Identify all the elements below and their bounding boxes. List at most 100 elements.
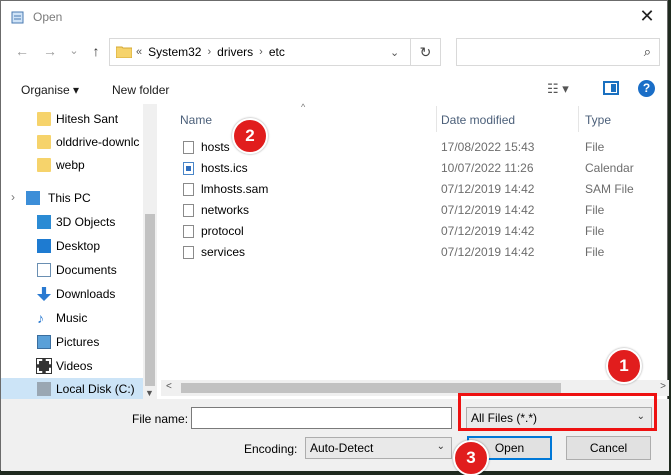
folder-icon (116, 46, 132, 58)
sidebar-item-downloads[interactable]: Downloads (1, 283, 143, 305)
sidebar-item-webp[interactable]: webp (1, 154, 143, 176)
new-folder-button[interactable]: New folder (112, 83, 169, 97)
file-name: networks (201, 203, 250, 217)
scroll-down-icon[interactable]: ▼ (145, 388, 154, 398)
sidebar-item-desktop[interactable]: Desktop (1, 235, 143, 257)
step-badge-1: 1 (606, 348, 642, 384)
encoding-select[interactable]: Auto-Detect ⌄ (305, 437, 452, 459)
file-icon (183, 225, 194, 238)
refresh-icon[interactable]: ↻ (410, 39, 440, 65)
sidebar-item-documents[interactable]: Documents (1, 259, 143, 281)
sidebar-item-this-pc[interactable]: › This PC (1, 187, 143, 209)
back-icon[interactable]: ← (13, 42, 31, 60)
sidebar-item-label: Desktop (56, 239, 101, 253)
chevron-right-icon[interactable]: › (207, 46, 211, 58)
address-dropdown-icon[interactable]: ⌄ (390, 46, 399, 59)
sidebar-item-label: This PC (48, 191, 91, 205)
sidebar-item-pictures[interactable]: Pictures (1, 331, 143, 353)
sidebar-item-label: Downloads (56, 287, 116, 301)
list-item[interactable]: protocol 07/12/2019 14:42 File (161, 221, 669, 242)
help-icon[interactable]: ? (638, 80, 655, 97)
forward-icon[interactable]: → (41, 42, 59, 60)
sidebar-scrollbar[interactable]: ▼ (143, 104, 157, 400)
close-icon[interactable]: ✕ (637, 6, 657, 26)
breadcrumb-system32[interactable]: System32 (148, 45, 201, 59)
sort-ascending-icon: ^ (301, 102, 306, 112)
up-icon[interactable]: ↑ (87, 42, 105, 60)
sidebar-item-label: Local Disk (C:) (56, 382, 135, 396)
file-type: File (585, 224, 605, 238)
file-name-field[interactable] (191, 407, 452, 429)
encoding-value: Auto-Detect (310, 441, 374, 455)
videos-icon (36, 358, 52, 374)
list-item[interactable]: lmhosts.sam 07/12/2019 14:42 SAM File (161, 179, 669, 200)
column-header-type[interactable]: Type (585, 104, 611, 134)
file-date: 07/12/2019 14:42 (441, 224, 535, 238)
preview-pane-icon[interactable] (603, 81, 619, 95)
column-header-name[interactable]: Name (180, 104, 212, 134)
music-icon: ♪ (37, 310, 44, 326)
scrollbar-thumb[interactable] (145, 214, 155, 386)
cancel-button[interactable]: Cancel (566, 436, 651, 460)
file-name: services (201, 245, 246, 259)
sidebar-item-local-disk[interactable]: Local Disk (C:) (1, 378, 143, 400)
file-icon (183, 204, 194, 217)
file-name: protocol (201, 224, 244, 238)
breadcrumb-etc[interactable]: etc (269, 45, 285, 59)
sidebar-item-label: Music (56, 311, 88, 325)
command-bar: Organise ▾ New folder ☷ ▾ ? (1, 75, 667, 103)
breadcrumb-drivers[interactable]: drivers (217, 45, 253, 59)
sidebar-item-label: 3D Objects (56, 215, 116, 229)
desktop-icon (37, 239, 51, 253)
column-divider[interactable] (578, 106, 579, 132)
recent-locations-chevron-icon[interactable]: ⌄ (65, 42, 83, 60)
sidebar-item-videos[interactable]: Videos (1, 355, 143, 377)
scroll-left-icon[interactable]: < (166, 381, 172, 392)
sidebar-item-label: Videos (56, 359, 93, 373)
list-item[interactable]: networks 07/12/2019 14:42 File (161, 200, 669, 221)
file-date: 17/08/2022 15:43 (441, 140, 535, 154)
step-badge-2: 2 (232, 118, 268, 154)
overflow-chevron-icon[interactable]: « (136, 46, 142, 58)
address-bar[interactable]: « System32 › drivers › etc ⌄ ↻ (109, 38, 441, 66)
scrollbar-thumb[interactable] (181, 383, 561, 393)
folder-icon (37, 158, 51, 172)
file-type-highlight-box (458, 393, 657, 431)
navigation-pane: Hitesh Sant olddrive-downlc webp › This … (1, 104, 157, 400)
computer-icon (26, 191, 40, 205)
pictures-icon (37, 335, 51, 349)
search-input[interactable]: ⌕ (456, 38, 660, 66)
file-date: 07/12/2019 14:42 (441, 203, 535, 217)
sidebar-item-olddrive[interactable]: olddrive-downlc (1, 131, 143, 153)
sidebar-item-label: Pictures (56, 335, 100, 349)
column-divider[interactable] (436, 106, 437, 132)
file-date: 07/12/2019 14:42 (441, 182, 535, 196)
file-name-label: File name: (132, 412, 189, 426)
encoding-label: Encoding: (244, 442, 298, 456)
list-item[interactable]: hosts.ics 10/07/2022 11:26 Calendar (161, 158, 669, 179)
file-date: 07/12/2019 14:42 (441, 245, 535, 259)
calendar-file-icon (183, 162, 194, 175)
organise-button[interactable]: Organise ▾ (21, 83, 79, 97)
chevron-right-icon[interactable]: › (259, 46, 263, 58)
sidebar-item-3d-objects[interactable]: 3D Objects (1, 211, 143, 233)
sidebar-item-label: webp (56, 158, 85, 172)
window-title: Open (33, 10, 63, 24)
file-type: File (585, 140, 605, 154)
column-header-date[interactable]: Date modified (441, 104, 515, 134)
file-name: hosts.ics (201, 161, 248, 175)
file-name: hosts (201, 140, 230, 154)
step-badge-3: 3 (453, 440, 489, 475)
sidebar-item-label: olddrive-downlc (56, 135, 140, 149)
expand-chevron-icon[interactable]: › (11, 190, 15, 204)
sidebar-item-hitesh-sant[interactable]: Hitesh Sant (1, 108, 143, 130)
sidebar-item-label: Documents (56, 263, 117, 277)
list-item[interactable]: services 07/12/2019 14:42 File (161, 242, 669, 263)
file-type: SAM File (585, 182, 634, 196)
view-options-icon[interactable]: ☷ ▾ (547, 81, 569, 97)
file-name: lmhosts.sam (201, 182, 269, 196)
sidebar-item-music[interactable]: ♪ Music (1, 307, 143, 329)
download-icon (37, 287, 51, 301)
file-icon (183, 141, 194, 154)
scroll-right-icon[interactable]: > (660, 381, 666, 392)
